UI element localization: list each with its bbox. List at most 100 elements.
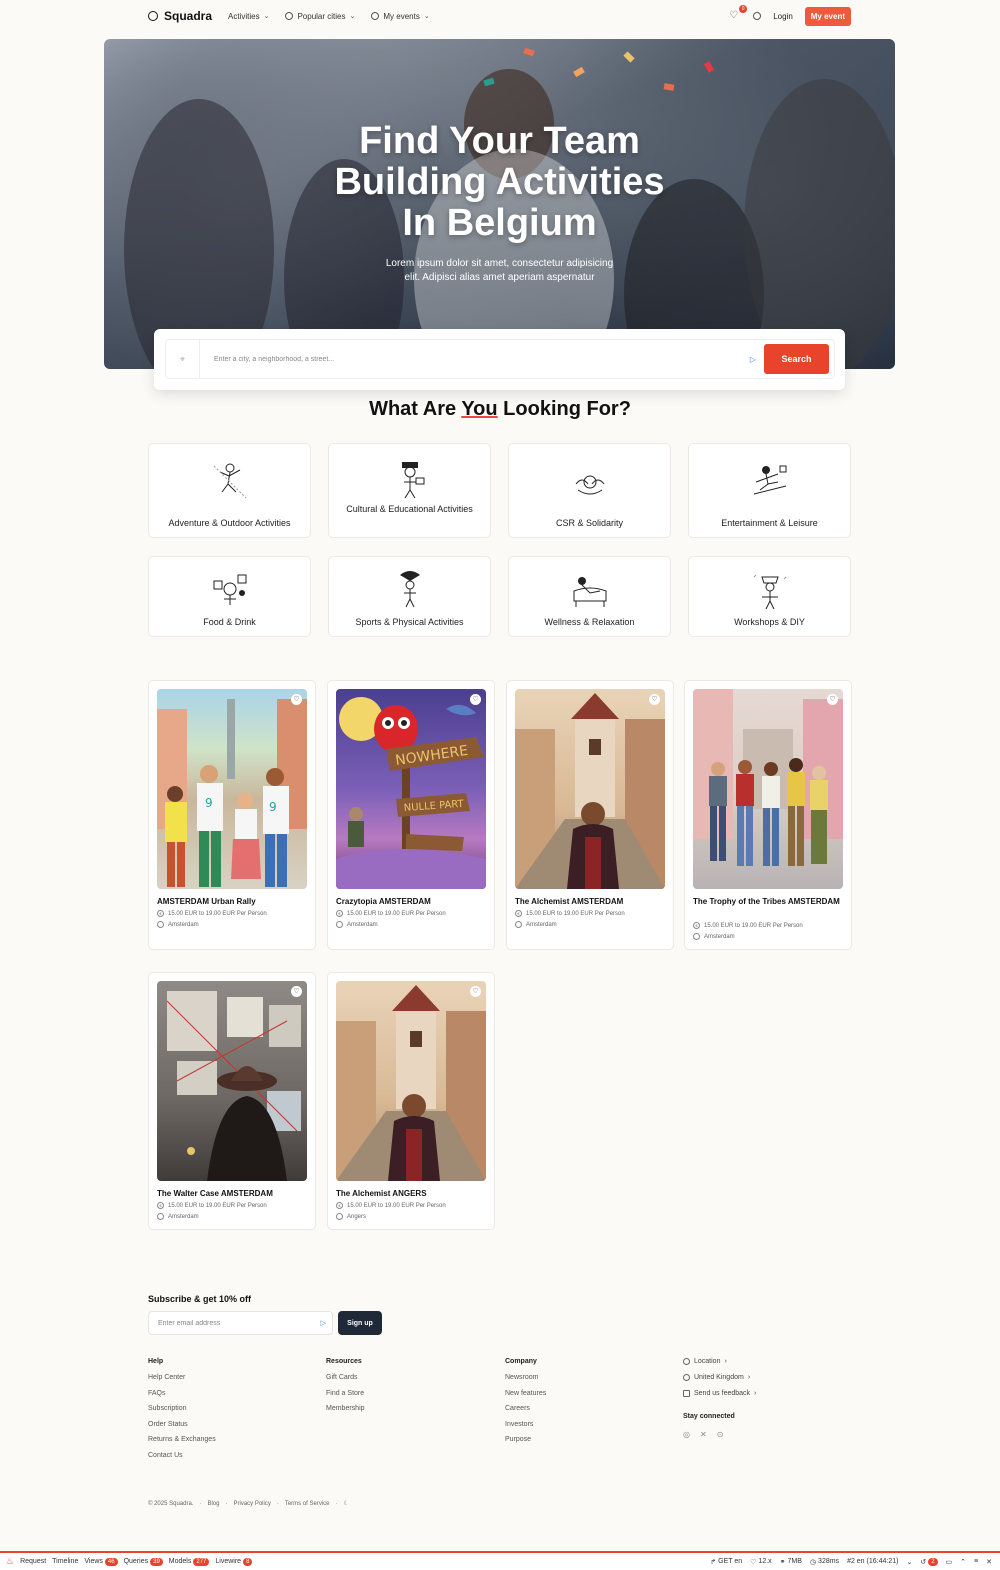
debug-version-text: 12.x bbox=[758, 1558, 772, 1565]
favorites-badge: 0 bbox=[739, 5, 748, 13]
footer-link[interactable]: New features bbox=[505, 1390, 546, 1397]
privacy-link[interactable]: Privacy Policy bbox=[233, 1501, 270, 1507]
chevron-up-icon[interactable]: ⌃ bbox=[960, 1558, 966, 1566]
footer-resources-column: Resources Gift Cards Find a Store Member… bbox=[326, 1358, 365, 1421]
footer-link[interactable]: Contact Us bbox=[148, 1452, 216, 1459]
search-card: ⌖ ▷ Search bbox=[154, 329, 845, 390]
close-icon[interactable]: ✕ bbox=[986, 1558, 992, 1566]
debug-history[interactable]: ↺ 2 bbox=[920, 1557, 938, 1566]
heart-icon: ♡ bbox=[729, 10, 739, 21]
send-icon: ▷ bbox=[320, 1320, 326, 1327]
category-card-entertainment[interactable]: Entertainment & Leisure bbox=[688, 443, 851, 538]
location-selector[interactable]: Location › bbox=[683, 1358, 756, 1365]
debugbar-logo-icon[interactable]: ♨ bbox=[6, 1556, 14, 1567]
hero-title: Find Your Team Building Activities In Be… bbox=[104, 121, 895, 244]
activity-title: The Alchemist AMSTERDAM bbox=[515, 897, 624, 906]
activity-card[interactable]: 9 9 ♡ AMSTERDAM Urban Rally €15.00 EUR t… bbox=[148, 680, 316, 950]
nav-activities[interactable]: Activities ⌄ bbox=[228, 12, 269, 21]
map-pin-icon bbox=[336, 921, 343, 928]
activity-city-text: Amsterdam bbox=[168, 921, 199, 928]
footer-link[interactable]: Returns & Exchanges bbox=[148, 1436, 216, 1443]
debug-tab-models[interactable]: Models 277 bbox=[169, 1557, 210, 1566]
footer-link[interactable]: Order Status bbox=[148, 1421, 216, 1428]
footer-link[interactable]: Subscription bbox=[148, 1405, 216, 1412]
favorite-heart-icon[interactable]: ♡ bbox=[827, 694, 838, 705]
footer-link[interactable]: Help Center bbox=[148, 1374, 216, 1381]
nav-popular-cities[interactable]: Popular cities ⌄ bbox=[285, 12, 355, 21]
favorite-heart-icon[interactable]: ♡ bbox=[649, 694, 660, 705]
crazytopia-illustration: NOWHERE NULLE PART bbox=[336, 697, 486, 889]
footer-link[interactable]: Gift Cards bbox=[326, 1374, 365, 1381]
check-circle-icon bbox=[371, 12, 380, 20]
footer-link[interactable]: Newsroom bbox=[505, 1374, 546, 1381]
footer-link[interactable]: Purpose bbox=[505, 1436, 546, 1443]
entertainment-illustration-icon bbox=[753, 465, 786, 495]
activity-card[interactable]: ♡ The Alchemist AMSTERDAM €15.00 EUR to … bbox=[506, 680, 674, 950]
activity-title: The Alchemist ANGERS bbox=[336, 1189, 427, 1198]
my-event-button[interactable]: My event bbox=[804, 6, 851, 26]
debug-tab-label: Views bbox=[84, 1558, 103, 1565]
map-pin-icon bbox=[336, 1213, 343, 1220]
theme-toggle-icon[interactable]: ☾ bbox=[344, 1500, 349, 1507]
signup-button[interactable]: Sign up bbox=[338, 1311, 382, 1335]
activity-card[interactable]: ♡ The Alchemist ANGERS €15.00 EUR to 19.… bbox=[327, 972, 495, 1230]
category-card-adventure[interactable]: Adventure & Outdoor Activities bbox=[148, 443, 311, 538]
favorite-heart-icon[interactable]: ♡ bbox=[470, 694, 481, 705]
footer-link[interactable]: Investors bbox=[505, 1421, 546, 1428]
category-card-food[interactable]: Food & Drink bbox=[148, 556, 311, 637]
footer-column-title: Company bbox=[505, 1358, 537, 1365]
urban-rally-illustration: 9 9 bbox=[157, 699, 307, 887]
category-card-wellness[interactable]: Wellness & Relaxation bbox=[508, 556, 671, 637]
category-card-sports[interactable]: Sports & Physical Activities bbox=[328, 556, 491, 637]
blog-link[interactable]: Blog bbox=[207, 1501, 219, 1507]
category-card-csr[interactable]: CSR & Solidarity bbox=[508, 443, 671, 538]
debug-count-badge: 46 bbox=[104, 1557, 118, 1566]
favorite-heart-icon[interactable]: ♡ bbox=[291, 694, 302, 705]
category-card-workshops[interactable]: Workshops & DIY bbox=[688, 556, 851, 637]
email-input[interactable] bbox=[149, 1319, 321, 1327]
debug-tab-views[interactable]: Views 46 bbox=[84, 1557, 118, 1566]
youtube-icon[interactable]: ⊙ bbox=[717, 1430, 724, 1439]
instagram-icon[interactable]: ◎ bbox=[683, 1430, 690, 1439]
svg-text:9: 9 bbox=[269, 800, 277, 814]
activity-card[interactable]: NOWHERE NULLE PART ♡ Crazytopia AMSTERDA… bbox=[327, 680, 495, 950]
debug-request-id[interactable]: #2 en (16:44:21) bbox=[847, 1558, 898, 1565]
send-icon: ▷ bbox=[749, 354, 756, 364]
folder-icon[interactable]: ▭ bbox=[946, 1558, 953, 1566]
debug-bar: ♨ Request Timeline Views 46 Queries 39 Mod… bbox=[0, 1551, 1000, 1570]
menu-icon[interactable]: ≡ bbox=[974, 1558, 978, 1565]
category-label: CSR & Solidarity bbox=[555, 518, 624, 528]
x-twitter-icon[interactable]: ✕ bbox=[700, 1430, 707, 1439]
map-pin-icon: ⌖ bbox=[166, 340, 200, 378]
brand-logo[interactable]: Squadra bbox=[148, 9, 212, 23]
favorite-heart-icon[interactable]: ♡ bbox=[470, 986, 481, 997]
login-link[interactable]: Login bbox=[773, 12, 793, 21]
favorites-button[interactable]: ♡ 0 bbox=[729, 5, 748, 22]
debug-tab-queries[interactable]: Queries 39 bbox=[124, 1557, 163, 1566]
footer-link[interactable]: Membership bbox=[326, 1405, 365, 1412]
footer-link[interactable]: Find a Store bbox=[326, 1390, 365, 1397]
debug-tab-request[interactable]: Request bbox=[20, 1558, 46, 1565]
chevron-down-icon[interactable]: ⌄ bbox=[906, 1558, 912, 1566]
debug-tab-timeline[interactable]: Timeline bbox=[52, 1558, 78, 1565]
footer-link[interactable]: Careers bbox=[505, 1405, 546, 1412]
activity-image: ♡ bbox=[336, 981, 486, 1181]
location-search-input[interactable] bbox=[200, 355, 750, 363]
terms-link[interactable]: Terms of Service bbox=[285, 1501, 330, 1507]
search-button[interactable]: Search bbox=[764, 344, 829, 374]
memory-icon: ⚭ bbox=[779, 1558, 786, 1566]
search-icon[interactable] bbox=[753, 12, 762, 20]
feedback-link[interactable]: Send us feedback › bbox=[683, 1390, 756, 1397]
country-selector[interactable]: United Kingdom › bbox=[683, 1374, 756, 1381]
debug-tab-livewire[interactable]: Livewire 8 bbox=[215, 1557, 253, 1566]
category-label: Entertainment & Leisure bbox=[721, 518, 818, 528]
activity-card[interactable]: ♡ The Trophy of the Tribes AMSTERDAM €15… bbox=[684, 680, 852, 950]
favorite-heart-icon[interactable]: ♡ bbox=[291, 986, 302, 997]
map-pin-icon bbox=[693, 933, 700, 940]
nav-my-events[interactable]: My events ⌄ bbox=[371, 12, 430, 21]
category-card-cultural[interactable]: Cultural & Educational Activities bbox=[328, 443, 491, 538]
activity-card[interactable]: ♡ The Walter Case AMSTERDAM €15.00 EUR t… bbox=[148, 972, 316, 1230]
chevron-right-icon: › bbox=[747, 1374, 751, 1381]
footer-link[interactable]: FAQs bbox=[148, 1390, 216, 1397]
brand-name: Squadra bbox=[164, 9, 213, 23]
